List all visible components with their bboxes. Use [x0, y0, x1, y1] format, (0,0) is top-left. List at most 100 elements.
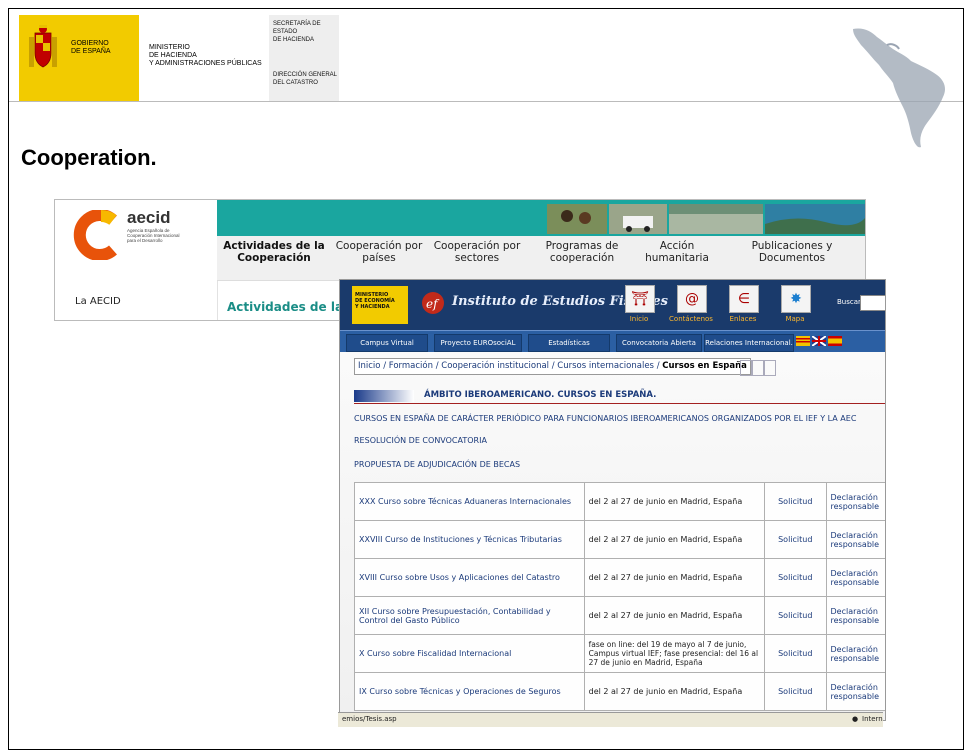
link-cursos-periodicos[interactable]: CURSOS EN ESPAÑA DE CARÁCTER PERIÓDICO P… — [354, 414, 856, 423]
aecid-logo-icon — [73, 210, 117, 260]
apply-link[interactable]: Solicitud — [764, 672, 827, 711]
apply-link[interactable]: Solicitud — [764, 634, 827, 673]
apply-link[interactable]: Solicitud — [764, 482, 827, 521]
ief-ministry-line: Y HACIENDA — [355, 304, 390, 310]
banner-photo-coast — [765, 204, 865, 234]
ministry-line2: DE HACIENDA — [149, 52, 197, 59]
aecid-menu-publicaciones[interactable]: Publicaciones y Documentos — [737, 240, 847, 264]
menu-line: Acción — [659, 240, 695, 252]
header-divider — [9, 101, 963, 102]
directorate-text: DIRECCIÓN GENERAL DEL CATASTRO — [273, 71, 337, 87]
table-row: XXVIII Curso de Instituciones y Técnicas… — [354, 520, 885, 559]
dir-line2: DEL CATASTRO — [273, 80, 318, 86]
course-date: del 2 al 27 de junio en Madrid, España — [583, 672, 766, 711]
tool-label-contactenos: Contáctenos — [669, 315, 713, 323]
banner-photo-fields — [669, 204, 763, 234]
ief-nav-bar: Campus Virtual Proyecto EUROsociAL Estad… — [340, 330, 885, 353]
courses-table: XXX Curso sobre Técnicas Aduaneras Inter… — [354, 482, 885, 711]
aecid-sidebar-link[interactable]: La AECID — [75, 296, 121, 307]
heading-gradient — [354, 390, 414, 402]
email-icon[interactable]: @ — [677, 285, 707, 313]
latin-america-map-icon — [853, 28, 945, 148]
catalan-flag-icon[interactable] — [796, 336, 810, 346]
aecid-menu-actividades[interactable]: Actividades de la Cooperación — [219, 240, 329, 264]
tab-relaciones[interactable]: Relaciones Internacional. — [704, 334, 794, 352]
browser-status-bar: emios/Tesis.asp ● Intern — [338, 712, 883, 727]
apply-link[interactable]: Solicitud — [764, 520, 827, 559]
ministry-text: MINISTERIO DE HACIENDA Y ADMINISTRACIONE… — [149, 44, 262, 68]
apply-link[interactable]: Solicitud — [764, 596, 827, 635]
aecid-main-menu: Actividades de la Cooperación Cooperació… — [217, 236, 865, 281]
course-name-link[interactable]: XXVIII Curso de Instituciones y Técnicas… — [354, 520, 585, 559]
link-resolucion[interactable]: RESOLUCIÓN DE CONVOCATORIA — [354, 436, 487, 445]
declaration-link[interactable]: Declaración responsable — [825, 672, 885, 711]
menu-line: humanitaria — [645, 252, 709, 264]
aecid-menu-sectores[interactable]: Cooperación por sectores — [427, 240, 527, 264]
declaration-link[interactable]: Declaración responsable — [825, 558, 885, 597]
apply-link[interactable]: Solicitud — [764, 558, 827, 597]
ministry-line1: MINISTERIO — [149, 44, 190, 51]
globe-icon: ● — [852, 715, 859, 723]
search-label: Buscar — [837, 298, 861, 306]
home-icon[interactable]: ⛩ — [625, 285, 655, 313]
aecid-menu-paises[interactable]: Cooperación por países — [329, 240, 429, 264]
menu-line: países — [362, 252, 396, 264]
course-date: del 2 al 27 de junio en Madrid, España — [583, 596, 766, 635]
aecid-banner — [217, 200, 865, 236]
gov-line2: DE ESPAÑA — [71, 48, 111, 55]
course-date: fase on line: del 19 de mayo al 7 de jun… — [583, 634, 766, 673]
menu-line: Actividades de la — [223, 240, 325, 252]
gov-espana-text: GOBIERNO DE ESPAÑA — [71, 40, 111, 56]
slide-title: Cooperation. — [21, 145, 157, 170]
course-date: del 2 al 27 de junio en Madrid, España — [583, 520, 766, 559]
menu-line: Cooperación por — [433, 240, 521, 252]
menu-line: cooperación — [549, 252, 615, 264]
table-row: X Curso sobre Fiscalidad Internacional f… — [354, 634, 885, 673]
tool-label-mapa: Mapa — [785, 315, 805, 323]
course-date: del 2 al 27 de junio en Madrid, España — [583, 482, 766, 521]
aecid-section-title: Actividades de la C — [227, 300, 357, 314]
spanish-flag-icon[interactable] — [828, 336, 842, 346]
declaration-link[interactable]: Declaración responsable — [825, 634, 885, 673]
banner-photo-truck — [609, 204, 667, 234]
breadcrumb-spacer — [740, 360, 752, 376]
search-input[interactable] — [860, 295, 885, 311]
sec-line2: DE HACIENDA — [273, 37, 315, 43]
ief-ministry-badge: MINISTERIO DE ECONOMÍA Y HACIENDA — [352, 286, 408, 324]
menu-line: Documentos — [758, 252, 826, 264]
paperclip-icon[interactable]: ∈ — [729, 285, 759, 313]
ief-topbar: MINISTERIO DE ECONOMÍA Y HACIENDA ef Ins… — [340, 280, 885, 330]
course-date: del 2 al 27 de junio en Madrid, España — [583, 558, 766, 597]
course-name-link[interactable]: XII Curso sobre Presupuestación, Contabi… — [354, 596, 585, 635]
course-name-link[interactable]: X Curso sobre Fiscalidad Internacional — [354, 634, 585, 673]
sitemap-icon[interactable]: ✸ — [781, 285, 811, 313]
tab-eurosocial[interactable]: Proyecto EUROsociAL — [434, 334, 522, 352]
link-propuesta-becas[interactable]: PROPUESTA DE ADJUDICACIÓN DE BECAS — [354, 460, 520, 469]
banner-photo-people — [547, 204, 607, 234]
tab-estadisticas[interactable]: Estadísticas — [528, 334, 610, 352]
declaration-link[interactable]: Declaración responsable — [825, 482, 885, 521]
english-flag-icon[interactable] — [812, 336, 826, 346]
course-name-link[interactable]: XXX Curso sobre Técnicas Aduaneras Inter… — [354, 482, 585, 521]
tab-convocatoria[interactable]: Convocatoria Abierta — [616, 334, 702, 352]
course-name-link[interactable]: IX Curso sobre Técnicas y Operaciones de… — [354, 672, 585, 711]
breadcrumb-current: Cursos en España — [662, 361, 747, 371]
menu-line: Cooperación — [237, 252, 311, 264]
table-row: IX Curso sobre Técnicas y Operaciones de… — [354, 672, 885, 711]
secretariat-text: SECRETARÍA DE ESTADO DE HACIENDA — [273, 20, 339, 44]
tool-label-inicio: Inicio — [629, 315, 649, 323]
declaration-link[interactable]: Declaración responsable — [825, 596, 885, 635]
government-header: GOBIERNO DE ESPAÑA MINISTERIO DE HACIEND… — [19, 15, 339, 101]
gov-line1: GOBIERNO — [71, 40, 109, 47]
ief-logo-icon: ef — [422, 292, 444, 314]
course-name-link[interactable]: XVIII Curso sobre Usos y Aplicaciones de… — [354, 558, 585, 597]
declaration-link[interactable]: Declaración responsable — [825, 520, 885, 559]
tool-label-enlaces: Enlaces — [729, 315, 757, 323]
aecid-menu-humanitaria[interactable]: Acción humanitaria — [637, 240, 717, 264]
menu-line: sectores — [454, 252, 500, 264]
ief-website: MINISTERIO DE ECONOMÍA Y HACIENDA ef Ins… — [339, 279, 886, 721]
breadcrumb-path[interactable]: Inicio / Formación / Cooperación institu… — [358, 361, 662, 371]
sec-line1: SECRETARÍA DE ESTADO — [273, 21, 321, 35]
tab-campus-virtual[interactable]: Campus Virtual — [346, 334, 428, 352]
aecid-menu-programas[interactable]: Programas de cooperación — [535, 240, 629, 264]
